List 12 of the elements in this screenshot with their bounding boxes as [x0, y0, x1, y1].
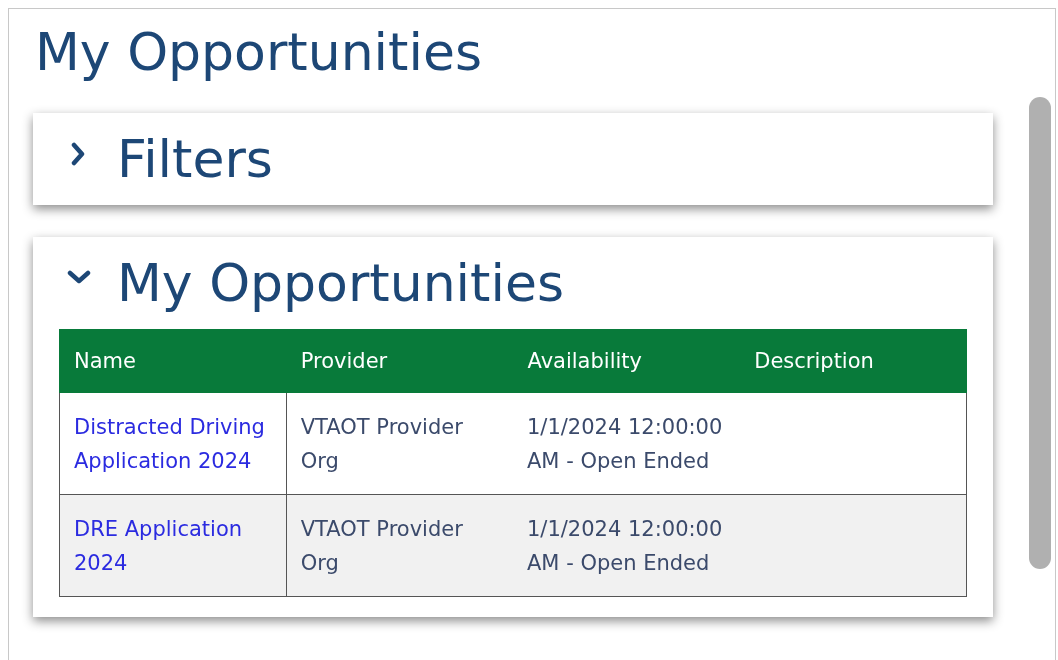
column-header: Description — [739, 329, 967, 393]
table-cell: 1/1/2024 12:00:00 AM - Open Ended — [513, 494, 740, 597]
column-header: Availability — [513, 329, 740, 393]
table-cell: VTAOT Provider Org — [286, 494, 513, 597]
column-header: Name — [59, 329, 287, 393]
scrollbar-thumb[interactable] — [1029, 97, 1051, 569]
panel-title[interactable]: My Opportunities — [117, 253, 564, 313]
column-header: Provider — [286, 329, 513, 393]
panel-title[interactable]: Filters — [117, 129, 273, 189]
table-cell: 1/1/2024 12:00:00 AM - Open Ended — [513, 392, 740, 495]
page-title: My Opportunities — [35, 23, 483, 81]
table-cell: VTAOT Provider Org — [286, 392, 513, 495]
